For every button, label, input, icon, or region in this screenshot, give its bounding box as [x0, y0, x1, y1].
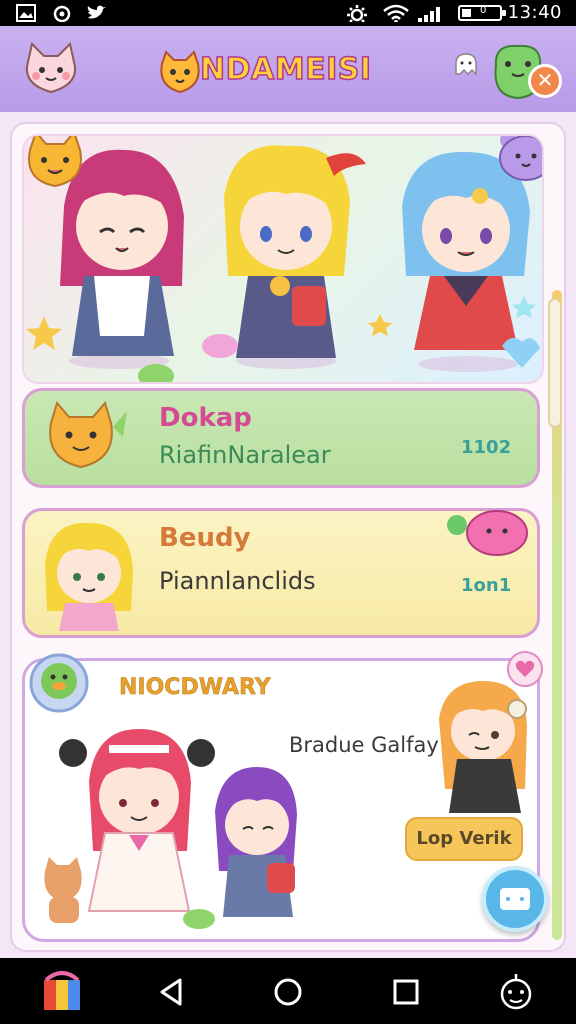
gallery-icon	[16, 4, 36, 22]
chibi-pair-illustration	[44, 729, 297, 929]
battery-label: 0	[480, 5, 487, 16]
card-subtitle: RiafinNaralear	[159, 441, 331, 469]
settings-icon	[347, 5, 367, 22]
twitter-icon	[87, 5, 106, 19]
navigation-bar	[0, 958, 576, 1024]
cat-pet-icon[interactable]	[18, 40, 84, 100]
wifi-icon	[383, 4, 409, 22]
hero-illustration	[22, 134, 544, 384]
logo-cat-icon	[160, 50, 200, 94]
sync-icon	[53, 5, 71, 22]
orange-cat-avatar-icon	[49, 400, 127, 469]
card-count: 1on1	[461, 575, 512, 596]
app-logo: NDAMEISI	[156, 46, 392, 98]
featured-card[interactable]: NIOCDWARY Bradue Galfay Lop Verik	[22, 651, 543, 942]
home-icon[interactable]	[266, 970, 310, 1014]
close-button[interactable]: ✕	[528, 64, 562, 98]
signal-icon	[418, 7, 440, 22]
chibi-group-illustration	[26, 145, 540, 382]
app-header: NDAMEISI ✕	[0, 26, 576, 112]
card-subtitle: Piannlanclids	[159, 567, 316, 595]
card-icon	[500, 888, 530, 910]
duck-avatar-icon	[29, 653, 89, 713]
card-title: Beudy	[159, 523, 251, 553]
card-title: Dokap	[159, 403, 252, 433]
list-item[interactable]: Dokap RiafinNaralear 1102	[22, 388, 540, 488]
battery-level	[462, 9, 471, 17]
card-subtitle: Bradue Galfay	[289, 733, 439, 757]
orange-cat-sticker-icon	[28, 136, 82, 188]
status-bar: 0 13:40	[0, 0, 576, 26]
fab-button[interactable]	[482, 866, 548, 932]
back-icon[interactable]	[150, 970, 194, 1014]
robot-icon[interactable]	[494, 970, 538, 1014]
card-title: NIOCDWARY	[119, 675, 271, 701]
purple-bear-sticker-icon	[499, 136, 542, 181]
app-store-icon[interactable]	[40, 970, 84, 1014]
pink-blob-sticker-icon	[447, 510, 528, 556]
battery-icon: 0	[458, 5, 506, 21]
card-count: 1102	[461, 437, 512, 458]
orange-hair-girl-illustration	[439, 681, 527, 813]
action-button[interactable]: Lop Verik	[405, 817, 523, 861]
ghost-icon[interactable]	[452, 52, 480, 78]
list-item[interactable]: Beudy Piannlanclids 1on1	[22, 508, 540, 638]
recents-icon[interactable]	[384, 970, 428, 1014]
blonde-girl-avatar-icon	[45, 522, 133, 631]
app-title: NDAMEISI	[199, 51, 372, 88]
scrollbar-thumb[interactable]	[548, 298, 562, 428]
clock: 13:40	[507, 2, 562, 23]
